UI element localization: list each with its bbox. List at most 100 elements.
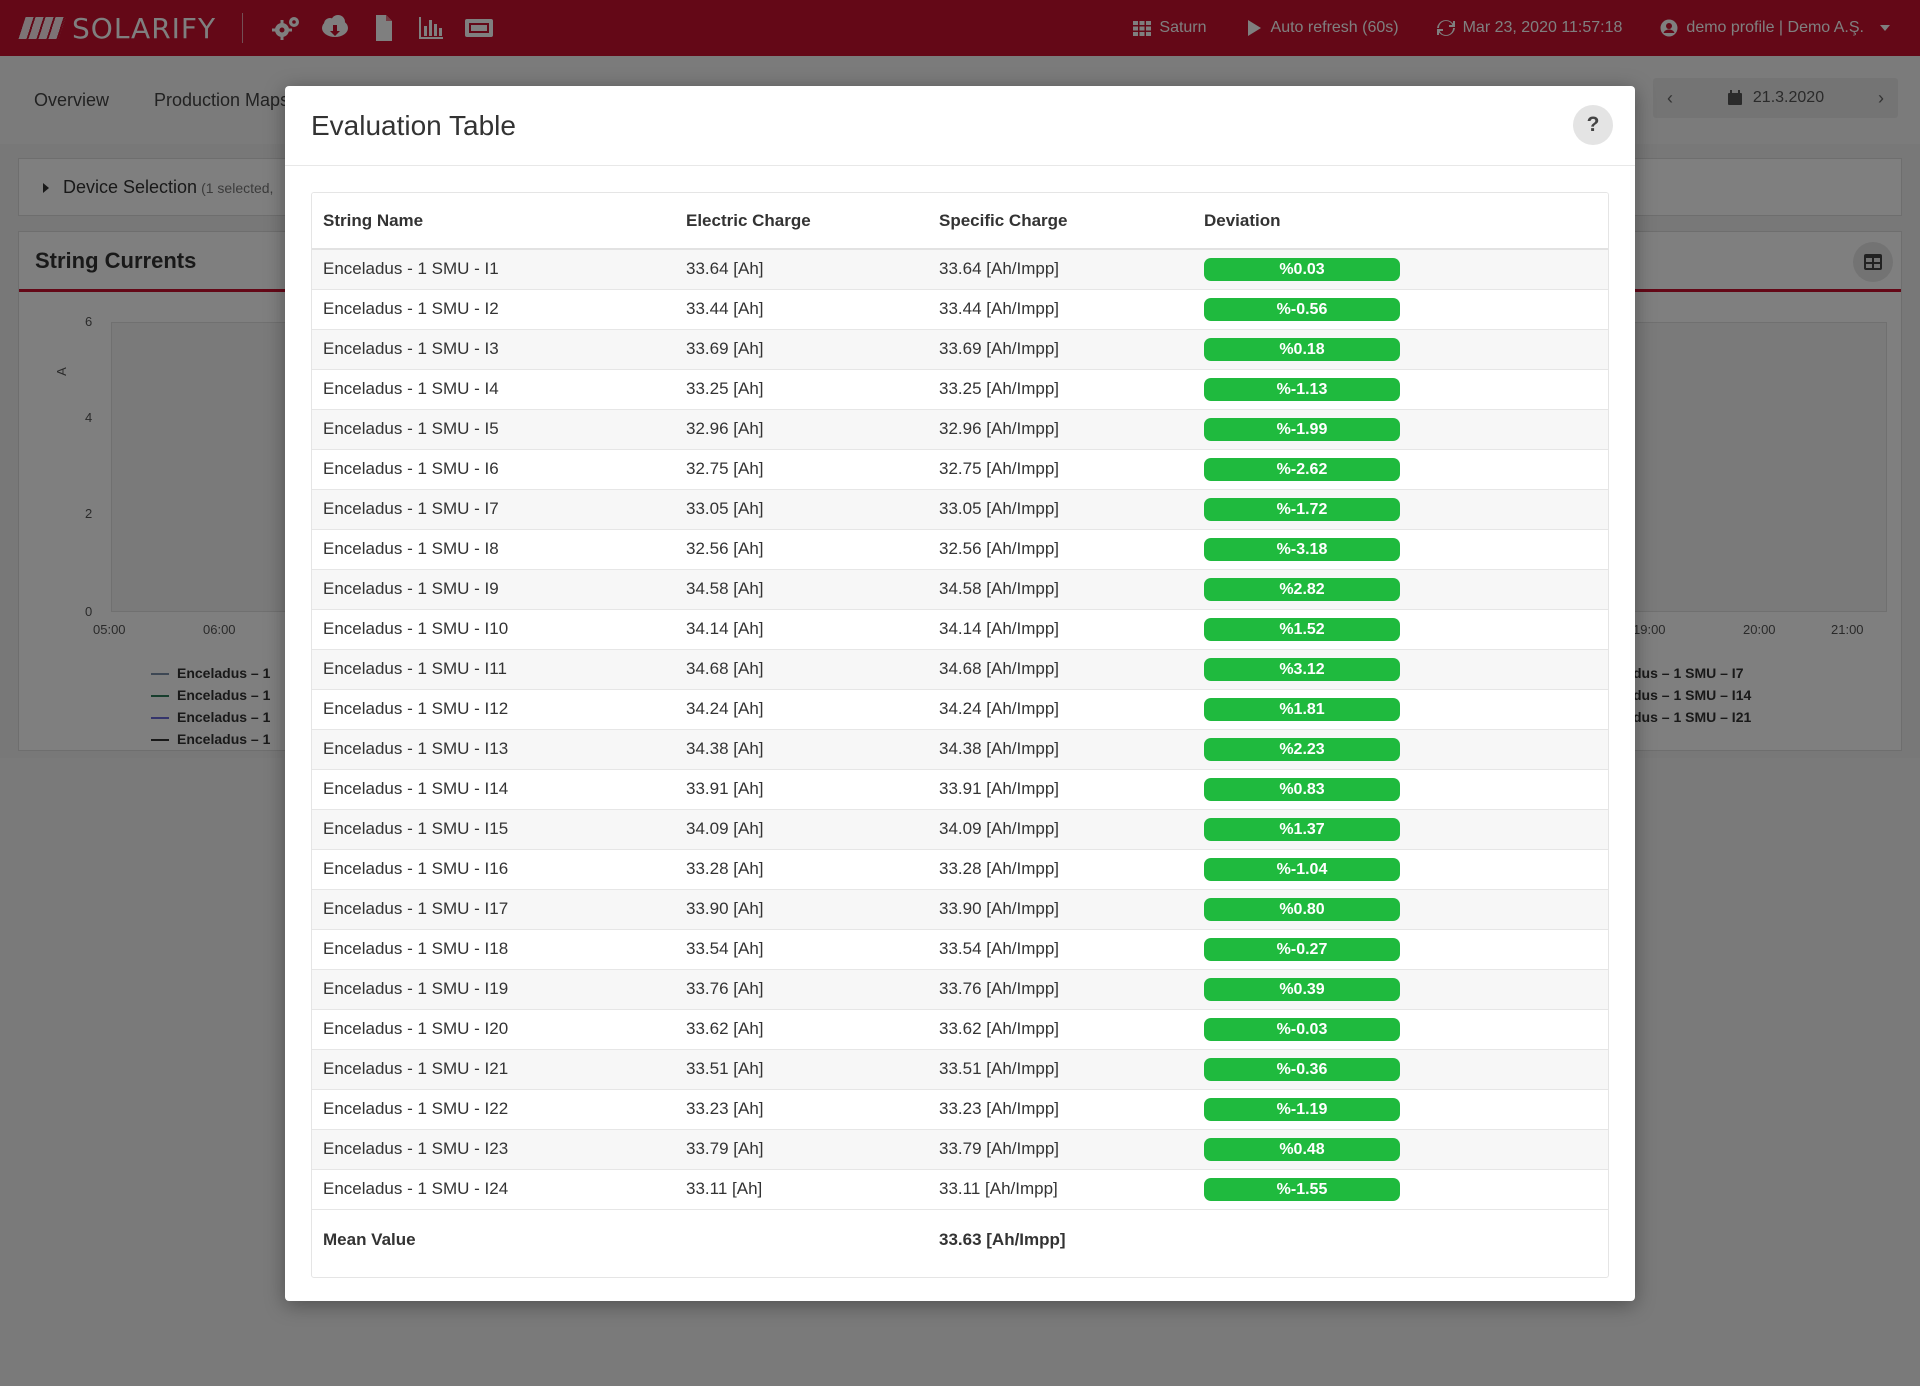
table-row[interactable]: Enceladus - 1 SMU - I21 33.51 [Ah] 33.51 [… bbox=[312, 1049, 1608, 1090]
deviation-badge: %-3.18 bbox=[1204, 537, 1400, 561]
electric-charge-cell: 33.44 [Ah] bbox=[675, 289, 928, 330]
specific-charge-cell: 32.96 [Ah/Impp] bbox=[928, 409, 1193, 450]
table-row[interactable]: Enceladus - 1 SMU - I10 34.14 [Ah] 34.14 [… bbox=[312, 609, 1608, 650]
deviation-badge: %-0.27 bbox=[1204, 937, 1400, 961]
deviation-badge: %-0.56 bbox=[1204, 297, 1400, 321]
table-row[interactable]: Enceladus - 1 SMU - I11 34.68 [Ah] 34.68 [… bbox=[312, 649, 1608, 690]
table-row[interactable]: Enceladus - 1 SMU - I22 33.23 [Ah] 33.23 [… bbox=[312, 1089, 1608, 1130]
column-header-electric-charge[interactable]: Electric Charge bbox=[675, 193, 928, 250]
deviation-cell: %-1.99 bbox=[1193, 409, 1608, 450]
specific-charge-cell: 33.11 [Ah/Impp] bbox=[928, 1169, 1193, 1210]
table-row[interactable]: Enceladus - 1 SMU - I3 33.69 [Ah] 33.69 [A… bbox=[312, 329, 1608, 370]
table-row[interactable]: Enceladus - 1 SMU - I23 33.79 [Ah] 33.79 [… bbox=[312, 1129, 1608, 1170]
deviation-cell: %0.80 bbox=[1193, 889, 1608, 930]
table-row[interactable]: Enceladus - 1 SMU - I17 33.90 [Ah] 33.90 [… bbox=[312, 889, 1608, 930]
electric-charge-cell: 33.54 [Ah] bbox=[675, 929, 928, 970]
string-name-cell: Enceladus - 1 SMU - I7 bbox=[312, 489, 675, 530]
deviation-cell: %0.18 bbox=[1193, 329, 1608, 370]
electric-charge-cell: 33.51 [Ah] bbox=[675, 1049, 928, 1090]
deviation-cell: %0.39 bbox=[1193, 969, 1608, 1010]
electric-charge-cell: 33.23 [Ah] bbox=[675, 1089, 928, 1130]
deviation-cell: %0.48 bbox=[1193, 1129, 1608, 1170]
string-name-cell: Enceladus - 1 SMU - I13 bbox=[312, 729, 675, 770]
deviation-cell: %-1.13 bbox=[1193, 369, 1608, 410]
string-name-cell: Enceladus - 1 SMU - I3 bbox=[312, 329, 675, 370]
table-row[interactable]: Enceladus - 1 SMU - I20 33.62 [Ah] 33.62 [… bbox=[312, 1009, 1608, 1050]
specific-charge-cell: 33.62 [Ah/Impp] bbox=[928, 1009, 1193, 1050]
electric-charge-cell: 33.64 [Ah] bbox=[675, 249, 928, 290]
string-name-cell: Enceladus - 1 SMU - I18 bbox=[312, 929, 675, 970]
deviation-badge: %0.83 bbox=[1204, 777, 1400, 801]
deviation-badge: %0.80 bbox=[1204, 897, 1400, 921]
specific-charge-cell: 34.24 [Ah/Impp] bbox=[928, 689, 1193, 730]
table-row[interactable]: Enceladus - 1 SMU - I16 33.28 [Ah] 33.28 [… bbox=[312, 849, 1608, 890]
specific-charge-cell: 33.91 [Ah/Impp] bbox=[928, 769, 1193, 810]
column-header-deviation[interactable]: Deviation bbox=[1193, 193, 1608, 250]
table-row[interactable]: Enceladus - 1 SMU - I24 33.11 [Ah] 33.11 [… bbox=[312, 1169, 1608, 1210]
table-row[interactable]: Enceladus - 1 SMU - I6 32.75 [Ah] 32.75 [A… bbox=[312, 449, 1608, 490]
deviation-badge: %3.12 bbox=[1204, 657, 1400, 681]
string-name-cell: Enceladus - 1 SMU - I23 bbox=[312, 1129, 675, 1170]
deviation-badge: %2.23 bbox=[1204, 737, 1400, 761]
electric-charge-cell: 33.28 [Ah] bbox=[675, 849, 928, 890]
table-row[interactable]: Enceladus - 1 SMU - I5 32.96 [Ah] 32.96 [A… bbox=[312, 409, 1608, 450]
mean-value-row: Mean Value 33.63 [Ah/Impp] bbox=[312, 1209, 1608, 1271]
string-name-cell: Enceladus - 1 SMU - I5 bbox=[312, 409, 675, 450]
table-row[interactable]: Enceladus - 1 SMU - I9 34.58 [Ah] 34.58 [A… bbox=[312, 569, 1608, 610]
electric-charge-cell: 33.76 [Ah] bbox=[675, 969, 928, 1010]
deviation-cell: %3.12 bbox=[1193, 649, 1608, 690]
deviation-badge: %-0.36 bbox=[1204, 1057, 1400, 1081]
electric-charge-cell: 34.14 [Ah] bbox=[675, 609, 928, 650]
table-row[interactable]: Enceladus - 1 SMU - I1 33.64 [Ah] 33.64 [A… bbox=[312, 249, 1608, 290]
deviation-cell: %-1.55 bbox=[1193, 1169, 1608, 1210]
table-row[interactable]: Enceladus - 1 SMU - I12 34.24 [Ah] 34.24 [… bbox=[312, 689, 1608, 730]
electric-charge-cell: 33.79 [Ah] bbox=[675, 1129, 928, 1170]
specific-charge-cell: 33.76 [Ah/Impp] bbox=[928, 969, 1193, 1010]
specific-charge-cell: 33.64 [Ah/Impp] bbox=[928, 249, 1193, 290]
table-row[interactable]: Enceladus - 1 SMU - I13 34.38 [Ah] 34.38 [… bbox=[312, 729, 1608, 770]
electric-charge-cell: 32.56 [Ah] bbox=[675, 529, 928, 570]
deviation-badge: %0.03 bbox=[1204, 257, 1400, 281]
evaluation-table-container: String Name Electric Charge Specific Cha… bbox=[311, 192, 1609, 1278]
table-row[interactable]: Enceladus - 1 SMU - I14 33.91 [Ah] 33.91 [… bbox=[312, 769, 1608, 810]
specific-charge-cell: 34.09 [Ah/Impp] bbox=[928, 809, 1193, 850]
electric-charge-cell: 33.11 [Ah] bbox=[675, 1169, 928, 1210]
string-name-cell: Enceladus - 1 SMU - I9 bbox=[312, 569, 675, 610]
deviation-badge: %0.39 bbox=[1204, 977, 1400, 1001]
deviation-badge: %1.81 bbox=[1204, 697, 1400, 721]
string-name-cell: Enceladus - 1 SMU - I22 bbox=[312, 1089, 675, 1130]
electric-charge-cell: 34.09 [Ah] bbox=[675, 809, 928, 850]
specific-charge-cell: 33.90 [Ah/Impp] bbox=[928, 889, 1193, 930]
string-name-cell: Enceladus - 1 SMU - I10 bbox=[312, 609, 675, 650]
table-row[interactable]: Enceladus - 1 SMU - I4 33.25 [Ah] 33.25 [A… bbox=[312, 369, 1608, 410]
electric-charge-cell: 33.69 [Ah] bbox=[675, 329, 928, 370]
table-row[interactable]: Enceladus - 1 SMU - I8 32.56 [Ah] 32.56 [A… bbox=[312, 529, 1608, 570]
deviation-badge: %-2.62 bbox=[1204, 457, 1400, 481]
deviation-badge: %2.82 bbox=[1204, 577, 1400, 601]
table-row[interactable]: Enceladus - 1 SMU - I15 34.09 [Ah] 34.09 [… bbox=[312, 809, 1608, 850]
evaluation-table-modal: Evaluation Table ? String Name Electric … bbox=[285, 86, 1635, 1301]
deviation-badge: %-1.19 bbox=[1204, 1097, 1400, 1121]
mean-value-empty bbox=[675, 1209, 928, 1271]
string-name-cell: Enceladus - 1 SMU - I11 bbox=[312, 649, 675, 690]
table-row[interactable]: Enceladus - 1 SMU - I19 33.76 [Ah] 33.76 [… bbox=[312, 969, 1608, 1010]
specific-charge-cell: 33.79 [Ah/Impp] bbox=[928, 1129, 1193, 1170]
string-name-cell: Enceladus - 1 SMU - I12 bbox=[312, 689, 675, 730]
table-row[interactable]: Enceladus - 1 SMU - I18 33.54 [Ah] 33.54 [… bbox=[312, 929, 1608, 970]
help-button[interactable]: ? bbox=[1573, 105, 1613, 145]
column-header-string-name[interactable]: String Name bbox=[312, 193, 675, 250]
electric-charge-cell: 33.62 [Ah] bbox=[675, 1009, 928, 1050]
string-name-cell: Enceladus - 1 SMU - I14 bbox=[312, 769, 675, 810]
column-header-specific-charge[interactable]: Specific Charge bbox=[928, 193, 1193, 250]
electric-charge-cell: 34.24 [Ah] bbox=[675, 689, 928, 730]
deviation-badge: %1.52 bbox=[1204, 617, 1400, 641]
specific-charge-cell: 33.25 [Ah/Impp] bbox=[928, 369, 1193, 410]
string-name-cell: Enceladus - 1 SMU - I19 bbox=[312, 969, 675, 1010]
string-name-cell: Enceladus - 1 SMU - I6 bbox=[312, 449, 675, 490]
question-icon: ? bbox=[1586, 113, 1600, 136]
string-name-cell: Enceladus - 1 SMU - I4 bbox=[312, 369, 675, 410]
table-row[interactable]: Enceladus - 1 SMU - I2 33.44 [Ah] 33.44 [A… bbox=[312, 289, 1608, 330]
deviation-cell: %2.23 bbox=[1193, 729, 1608, 770]
string-name-cell: Enceladus - 1 SMU - I2 bbox=[312, 289, 675, 330]
table-row[interactable]: Enceladus - 1 SMU - I7 33.05 [Ah] 33.05 [A… bbox=[312, 489, 1608, 530]
